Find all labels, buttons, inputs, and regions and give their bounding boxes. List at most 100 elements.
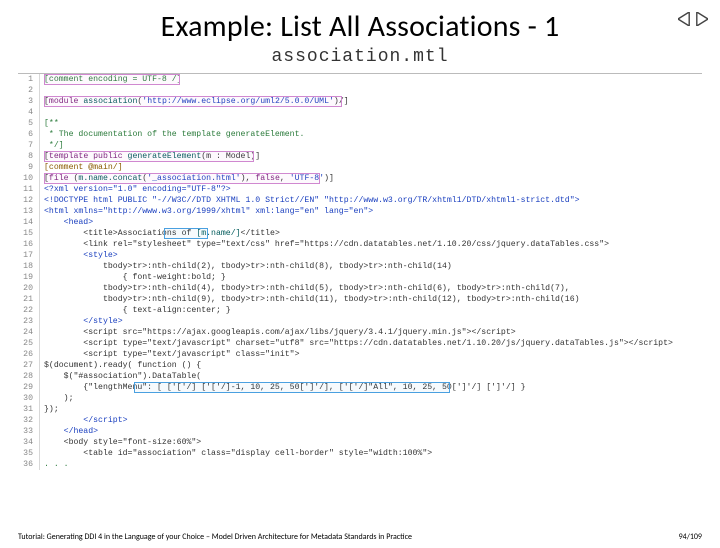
line-number: 19 — [18, 272, 40, 283]
slide-title: Example: List All Associations - 1 — [0, 8, 720, 45]
code-text: <style> — [40, 250, 702, 261]
line-number: 5 — [18, 118, 40, 129]
line-number: 2 — [18, 85, 40, 96]
code-text — [40, 107, 702, 118]
code-line: 9[comment @main/] — [18, 162, 702, 173]
code-line: 19 { font-weight:bold; } — [18, 272, 702, 283]
code-line: 11<?xml version="1.0" encoding="UTF-8"?> — [18, 184, 702, 195]
footer-text: Tutorial: Generating DDI 4 in the Langua… — [18, 532, 412, 542]
code-text: <script src="https://ajax.googleapis.com… — [40, 327, 702, 338]
code-line: 31}); — [18, 404, 702, 415]
code-text: <script type="text/javascript" charset="… — [40, 338, 702, 349]
code-line: 7 */] — [18, 140, 702, 151]
slide-subtitle: association.mtl — [0, 47, 720, 67]
code-line: 8[template public generateElement(m : Mo… — [18, 151, 702, 162]
line-number: 26 — [18, 349, 40, 360]
slide-nav — [678, 12, 708, 31]
code-text: <!DOCTYPE html PUBLIC "-//W3C//DTD XHTML… — [40, 195, 702, 206]
line-number: 18 — [18, 261, 40, 272]
line-number: 20 — [18, 283, 40, 294]
line-number: 4 — [18, 107, 40, 118]
line-number: 22 — [18, 305, 40, 316]
line-number: 10 — [18, 173, 40, 184]
code-line: 33 </head> — [18, 426, 702, 437]
page-number: 94/109 — [679, 532, 702, 542]
code-text: <body style="font-size:60%"> — [40, 437, 702, 448]
code-text: <link rel="stylesheet" type="text/css" h… — [40, 239, 702, 250]
line-number: 28 — [18, 371, 40, 382]
code-editor: 1[comment encoding = UTF-8 /]23[module a… — [18, 73, 702, 470]
code-text: * The documentation of the template gene… — [40, 129, 702, 140]
line-number: 7 — [18, 140, 40, 151]
line-number: 32 — [18, 415, 40, 426]
line-number: 11 — [18, 184, 40, 195]
code-text: [** — [40, 118, 702, 129]
code-line: 25 <script type="text/javascript" charse… — [18, 338, 702, 349]
code-line: 17 <style> — [18, 250, 702, 261]
code-line: 12<!DOCTYPE html PUBLIC "-//W3C//DTD XHT… — [18, 195, 702, 206]
code-line: 23 </style> — [18, 316, 702, 327]
code-line: 2 — [18, 85, 702, 96]
line-number: 16 — [18, 239, 40, 250]
line-number: 9 — [18, 162, 40, 173]
code-line: 13<html xmlns="http://www.w3.org/1999/xh… — [18, 206, 702, 217]
line-number: 13 — [18, 206, 40, 217]
code-text: ); — [40, 393, 702, 404]
code-text: </script> — [40, 415, 702, 426]
line-number: 30 — [18, 393, 40, 404]
code-text: </head> — [40, 426, 702, 437]
code-line: 14 <head> — [18, 217, 702, 228]
code-line: 15 <title>Associations of [m.name/]</tit… — [18, 228, 702, 239]
code-line: 27$(document).ready( function () { — [18, 360, 702, 371]
line-number: 12 — [18, 195, 40, 206]
code-text: {"lengthMenu": [ ['['/] ['['/]-1, 10, 25… — [40, 382, 702, 393]
code-line: 1[comment encoding = UTF-8 /] — [18, 74, 702, 85]
line-number: 17 — [18, 250, 40, 261]
code-text — [40, 85, 702, 96]
code-line: 24 <script src="https://ajax.googleapis.… — [18, 327, 702, 338]
code-text: [comment @main/] — [40, 162, 702, 173]
code-text: <script type="text/javascript" class="in… — [40, 349, 702, 360]
code-line: 28 $("#association").DataTable( — [18, 371, 702, 382]
code-line: 18 tbody>tr>:nth-child(2), tbody>tr>:nth… — [18, 261, 702, 272]
line-number: 21 — [18, 294, 40, 305]
code-text: [template public generateElement(m : Mod… — [40, 151, 702, 162]
code-line: 29 {"lengthMenu": [ ['['/] ['['/]-1, 10,… — [18, 382, 702, 393]
code-text: [comment encoding = UTF-8 /] — [40, 74, 702, 85]
code-text: </style> — [40, 316, 702, 327]
line-number: 6 — [18, 129, 40, 140]
code-text: [module association('http://www.eclipse.… — [40, 96, 702, 107]
code-text: tbody>tr>:nth-child(4), tbody>tr>:nth-ch… — [40, 283, 702, 294]
next-icon[interactable] — [694, 12, 708, 31]
code-line: 16 <link rel="stylesheet" type="text/css… — [18, 239, 702, 250]
line-number: 33 — [18, 426, 40, 437]
code-text: <?xml version="1.0" encoding="UTF-8"?> — [40, 184, 702, 195]
code-line: 35 <table id="association" class="displa… — [18, 448, 702, 459]
line-number: 25 — [18, 338, 40, 349]
code-line: 26 <script type="text/javascript" class=… — [18, 349, 702, 360]
code-text: . . . — [40, 459, 702, 470]
code-text: <table id="association" class="display c… — [40, 448, 702, 459]
line-number: 29 — [18, 382, 40, 393]
line-number: 34 — [18, 437, 40, 448]
code-text: */] — [40, 140, 702, 151]
line-number: 1 — [18, 74, 40, 85]
code-text: <html xmlns="http://www.w3.org/1999/xhtm… — [40, 206, 702, 217]
code-text: <head> — [40, 217, 702, 228]
prev-icon[interactable] — [678, 12, 692, 31]
code-text: $(document).ready( function () { — [40, 360, 702, 371]
code-line: 10[file (m.name.concat('_association.htm… — [18, 173, 702, 184]
code-text: [file (m.name.concat('_association.html'… — [40, 173, 702, 184]
code-line: 21 tbody>tr>:nth-child(9), tbody>tr>:nth… — [18, 294, 702, 305]
code-line: 30 ); — [18, 393, 702, 404]
line-number: 24 — [18, 327, 40, 338]
code-text: { font-weight:bold; } — [40, 272, 702, 283]
code-text: tbody>tr>:nth-child(9), tbody>tr>:nth-ch… — [40, 294, 702, 305]
line-number: 27 — [18, 360, 40, 371]
code-text: $("#association").DataTable( — [40, 371, 702, 382]
code-line: 22 { text-align:center; } — [18, 305, 702, 316]
code-line: 34 <body style="font-size:60%"> — [18, 437, 702, 448]
code-line: 5[** — [18, 118, 702, 129]
code-text: }); — [40, 404, 702, 415]
line-number: 36 — [18, 459, 40, 470]
